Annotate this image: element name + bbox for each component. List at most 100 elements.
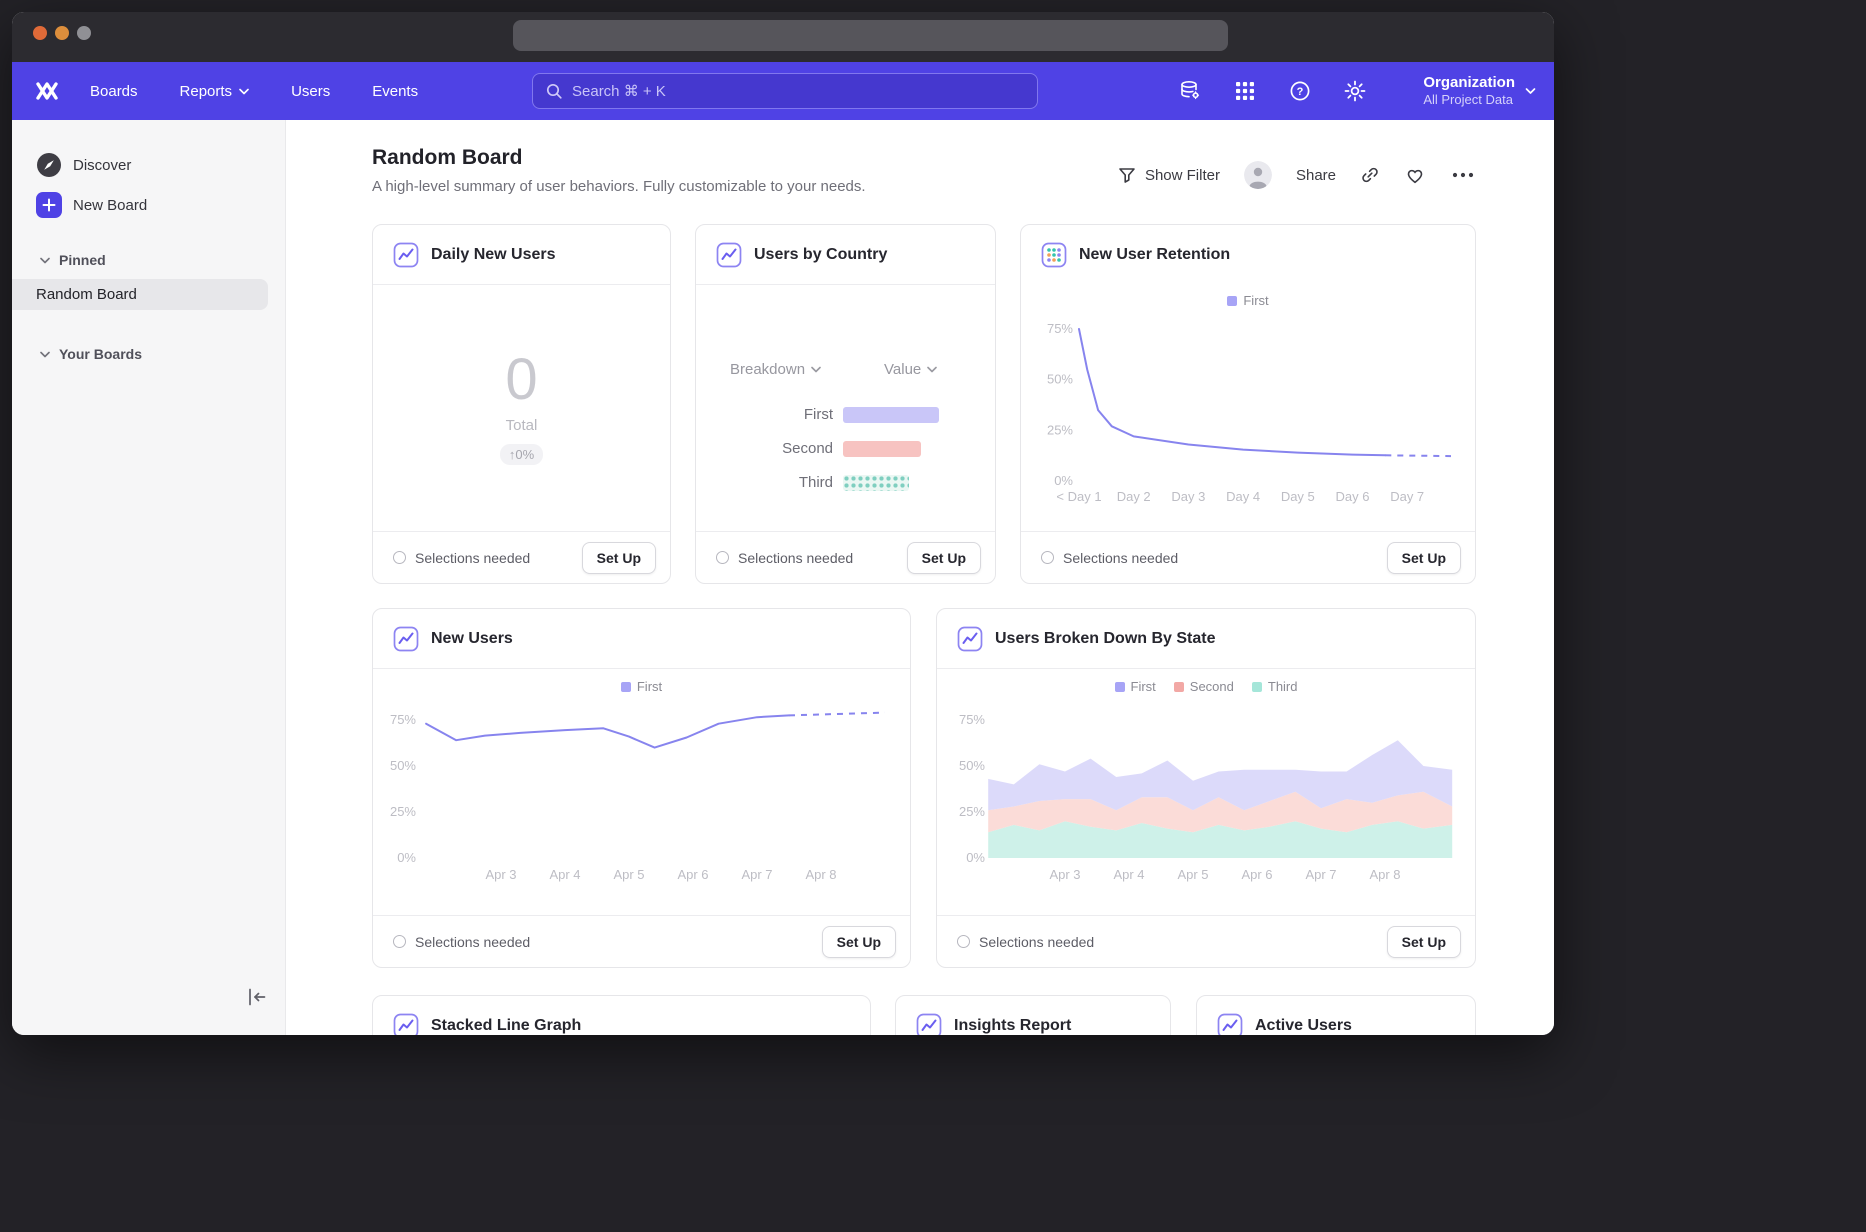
nav-item-events[interactable]: Events xyxy=(372,83,418,100)
org-selector[interactable]: Organization All Project Data xyxy=(1423,62,1536,120)
set-up-button[interactable]: Set Up xyxy=(1387,926,1461,958)
card-header: New User Retention xyxy=(1021,225,1475,285)
status-text: Selections needed xyxy=(716,550,853,566)
sidebar-item-new-board[interactable]: New Board xyxy=(36,192,147,218)
svg-text:0%: 0% xyxy=(397,850,416,865)
line-chart-icon xyxy=(1217,1013,1243,1036)
board-main: Random Board A high-level summary of use… xyxy=(286,120,1554,1035)
svg-text:Apr 3: Apr 3 xyxy=(1049,867,1080,882)
line-chart-icon xyxy=(393,1013,419,1036)
legend-swatch xyxy=(1115,682,1125,692)
card-footer: Selections needed Set Up xyxy=(373,531,670,583)
legend-item: Third xyxy=(1252,679,1298,694)
bar-row: First xyxy=(696,406,939,423)
search-input[interactable] xyxy=(572,83,1025,100)
card-header: Stacked Line Graph xyxy=(373,996,870,1035)
search-icon xyxy=(545,82,563,100)
legend-item: First xyxy=(1115,679,1156,694)
card-daily-new-users: Daily New Users 0 Total ↑0% Selections n… xyxy=(372,224,671,584)
show-filter-button[interactable]: Show Filter xyxy=(1117,165,1220,185)
close-window-button[interactable] xyxy=(33,26,47,40)
collapse-sidebar-button[interactable] xyxy=(246,986,270,1010)
legend-swatch xyxy=(1174,682,1184,692)
search-bar[interactable] xyxy=(532,73,1038,109)
svg-text:75%: 75% xyxy=(959,712,985,727)
nav-item-users[interactable]: Users xyxy=(291,83,330,100)
more-options-button[interactable] xyxy=(1450,164,1476,186)
avatar[interactable] xyxy=(1244,161,1272,189)
share-button[interactable]: Share xyxy=(1296,167,1336,184)
bar-row: Third xyxy=(696,474,909,491)
svg-text:0%: 0% xyxy=(966,850,985,865)
svg-text:Day 4: Day 4 xyxy=(1226,489,1260,504)
chevron-down-icon xyxy=(1525,87,1536,95)
favorite-button[interactable] xyxy=(1404,164,1426,186)
card-title: Stacked Line Graph xyxy=(431,1017,581,1035)
card-header: Users Broken Down By State xyxy=(937,609,1475,669)
url-bar[interactable] xyxy=(513,20,1228,51)
chevron-down-icon xyxy=(811,366,821,373)
copy-link-button[interactable] xyxy=(1360,165,1380,185)
card-title: New User Retention xyxy=(1079,246,1230,264)
mixpanel-logo-icon[interactable] xyxy=(34,78,60,104)
card-body: First 75%50%25%0%< Day 1Day 2Day 3Day 4D… xyxy=(1021,285,1475,531)
sidebar-item-discover[interactable]: Discover xyxy=(36,152,131,178)
help-icon[interactable]: ? xyxy=(1288,79,1312,103)
nav-menu: Boards Reports Users Events xyxy=(90,62,418,120)
metric-value: 0 xyxy=(505,351,537,409)
status-text: Selections needed xyxy=(957,934,1094,950)
nav-item-reports[interactable]: Reports xyxy=(180,83,250,100)
bar-label: Third xyxy=(696,474,833,491)
retention-grid-icon xyxy=(1041,242,1067,268)
plus-icon xyxy=(36,192,62,218)
legend-label: First xyxy=(1243,293,1268,308)
card-title: Users Broken Down By State xyxy=(995,630,1216,648)
card-body: FirstSecondThird 75%50%25%0%Apr 3Apr 4Ap… xyxy=(937,669,1475,915)
card-active-users: Active Users xyxy=(1196,995,1476,1035)
legend-label: Third xyxy=(1268,679,1298,694)
nav-item-boards[interactable]: Boards xyxy=(90,83,138,100)
value-dropdown[interactable]: Value xyxy=(884,361,937,378)
chevron-down-icon xyxy=(40,257,50,264)
sidebar-item-random-board[interactable]: Random Board xyxy=(12,279,268,310)
legend-swatch xyxy=(621,682,631,692)
data-management-icon[interactable] xyxy=(1178,79,1202,103)
radio-circle-icon xyxy=(716,551,729,564)
window-titlebar xyxy=(12,12,1554,62)
svg-text:?: ? xyxy=(1297,86,1304,98)
card-body: Breakdown Value First Second xyxy=(696,285,995,531)
chevron-down-icon xyxy=(927,366,937,373)
set-up-button[interactable]: Set Up xyxy=(1387,542,1461,574)
card-footer: Selections needed Set Up xyxy=(1021,531,1475,583)
svg-text:Apr 8: Apr 8 xyxy=(805,867,836,882)
apps-grid-icon[interactable] xyxy=(1233,79,1257,103)
status-text: Selections needed xyxy=(393,550,530,566)
set-up-button[interactable]: Set Up xyxy=(582,542,656,574)
zoom-window-button[interactable] xyxy=(77,26,91,40)
settings-gear-icon[interactable] xyxy=(1343,79,1367,103)
svg-text:Day 7: Day 7 xyxy=(1390,489,1424,504)
svg-text:Day 3: Day 3 xyxy=(1171,489,1205,504)
svg-text:< Day 1: < Day 1 xyxy=(1056,489,1101,504)
status-text: Selections needed xyxy=(393,934,530,950)
bar-first xyxy=(843,407,939,423)
card-new-users: New Users First 75%50%25%0%Apr 3Apr 4Apr… xyxy=(372,608,911,968)
svg-text:Apr 5: Apr 5 xyxy=(613,867,644,882)
show-filter-label: Show Filter xyxy=(1145,167,1220,184)
card-header: Daily New Users xyxy=(373,225,670,285)
set-up-button[interactable]: Set Up xyxy=(822,926,896,958)
sidebar: Discover New Board Pinned Random Board xyxy=(12,120,286,1035)
set-up-button[interactable]: Set Up xyxy=(907,542,981,574)
metric-delta-badge: ↑0% xyxy=(500,444,543,465)
breakdown-dropdown[interactable]: Breakdown xyxy=(730,361,821,378)
ellipsis-icon xyxy=(1450,164,1476,186)
heart-icon xyxy=(1404,164,1426,186)
retention-line-chart: 75%50%25%0%< Day 1Day 2Day 3Day 4Day 5Da… xyxy=(1031,315,1467,520)
card-footer: Selections needed Set Up xyxy=(373,915,910,967)
collapse-left-icon xyxy=(246,986,268,1008)
minimize-window-button[interactable] xyxy=(55,26,69,40)
sidebar-section-pinned[interactable]: Pinned xyxy=(40,252,106,268)
card-body: First 75%50%25%0%Apr 3Apr 4Apr 5Apr 6Apr… xyxy=(373,669,910,915)
sidebar-section-your-boards[interactable]: Your Boards xyxy=(40,346,142,362)
page-subtitle: A high-level summary of user behaviors. … xyxy=(372,178,866,195)
